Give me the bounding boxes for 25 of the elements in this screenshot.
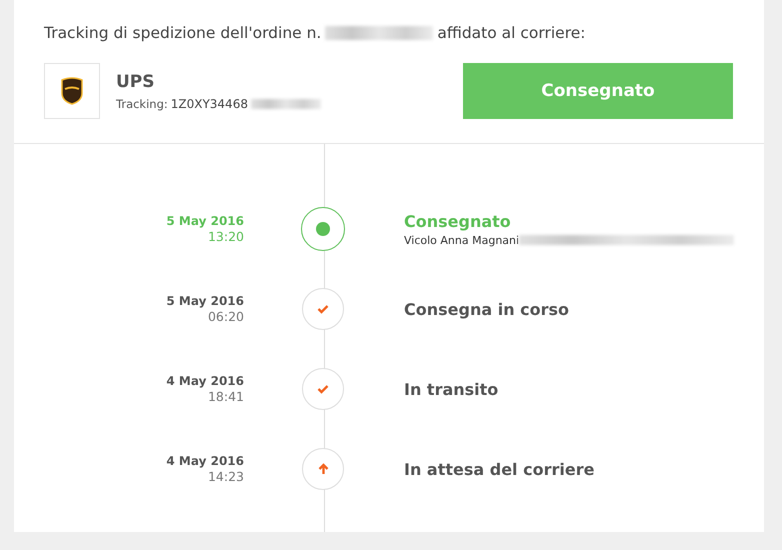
check-icon [317, 384, 329, 394]
event-date: 4 May 2016 [166, 373, 244, 389]
event-title: Consegnato [404, 212, 512, 230]
event-title: In transito [404, 380, 498, 398]
event-date: 5 May 2016 [166, 293, 244, 309]
heading-text: affidato al corriere: [437, 24, 586, 42]
tracking-number: 1Z0XY34468 [170, 96, 248, 110]
event-address: Vicolo Anna Magnani [404, 234, 520, 246]
check-icon [317, 304, 329, 314]
redacted-blur [250, 98, 321, 108]
event-title: In attesa del corriere [404, 460, 594, 478]
event-date: 4 May 2016 [166, 453, 244, 469]
event-date: 5 May 2016 [166, 213, 244, 229]
event-time: 06:20 [208, 309, 244, 325]
current-dot-icon [316, 222, 330, 236]
up-arrow-icon [318, 463, 328, 475]
tracking-label: Tracking: [116, 96, 168, 110]
status-button[interactable]: Consegnato [463, 63, 733, 119]
heading-text: Tracking di spedizione dell'ordine n. [44, 24, 322, 42]
carrier-name: UPS [116, 72, 156, 92]
event-time: 14:23 [208, 469, 244, 485]
event-time: 18:41 [208, 389, 244, 405]
shield-icon [60, 77, 84, 105]
event-time: 13:20 [208, 229, 244, 245]
event-title: Consegna in corso [404, 300, 570, 318]
